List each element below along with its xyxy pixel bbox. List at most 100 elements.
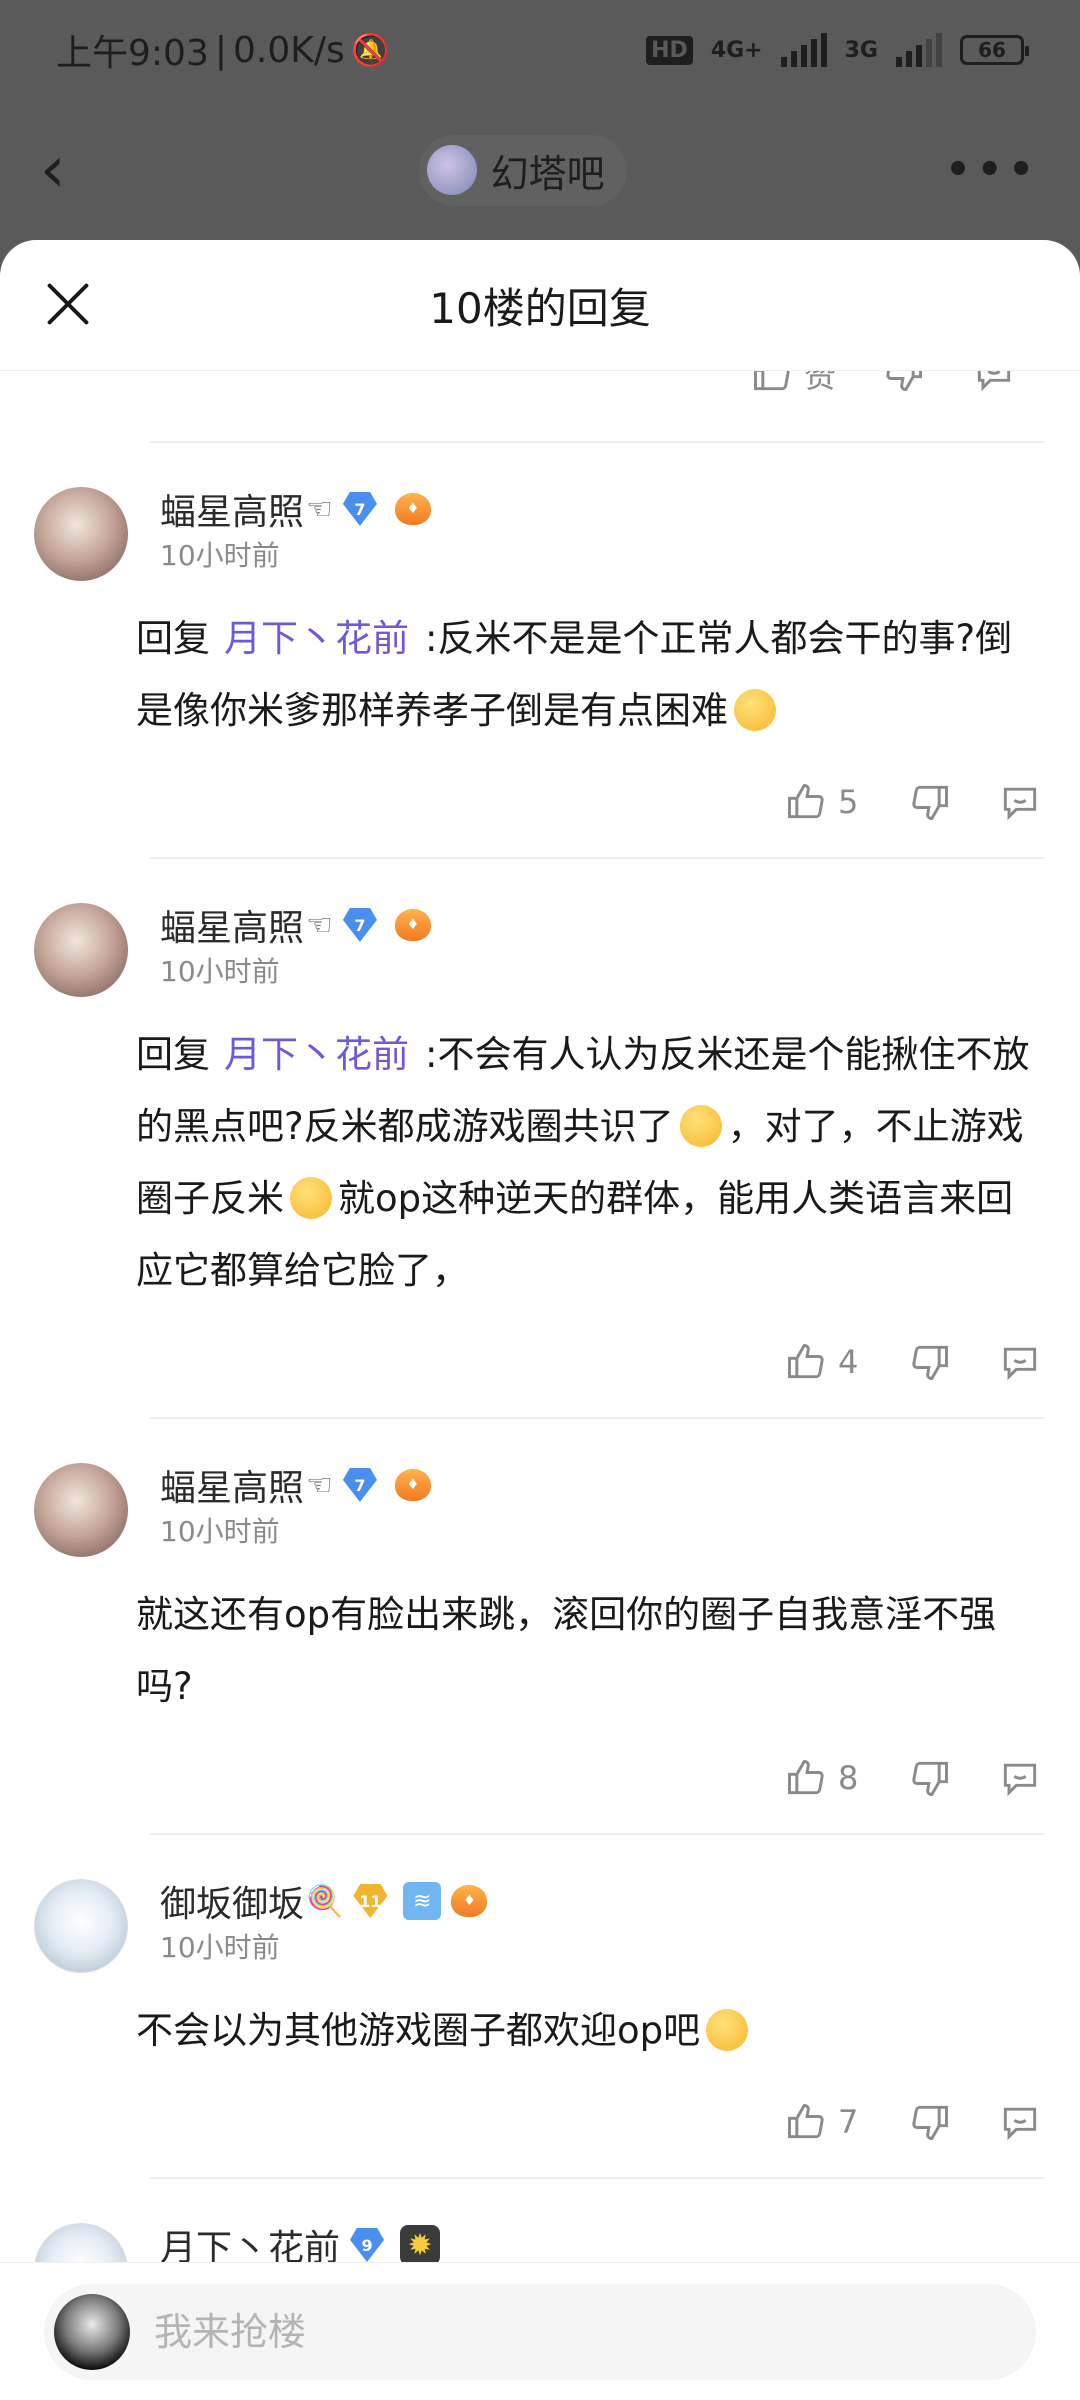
network-3g-label: 3G (844, 37, 878, 63)
comment-bubble-icon (977, 371, 1011, 392)
like-count: 4 (838, 1343, 859, 1381)
user-row: 蝠星高照 ☜ 7 ♦ (160, 483, 1044, 535)
mention-link[interactable]: 月下丶花前 (224, 1033, 409, 1076)
thumbs-up-icon (788, 1760, 824, 1795)
dislike-button[interactable] (908, 2100, 952, 2144)
status-left: 上午9:03 | 0.0K/s 🔕 (56, 24, 391, 76)
battery-icon: 66 (960, 35, 1029, 65)
like-button[interactable]: 7 (784, 2100, 862, 2144)
comment-item: 蝠星高照 ☜ 7 ♦ 10小时前 就这还有op有脸出来跳，滚回你的圈子自我意淫不… (0, 1419, 1044, 1835)
reply-prefix: 回复 (136, 617, 210, 660)
reply-input-wrapper[interactable] (44, 2283, 1036, 2380)
thumbs-up-icon (754, 371, 790, 391)
hd-badge: HD (646, 35, 693, 65)
username-decoration: ☜ (306, 491, 333, 527)
comment-body: 御坂御坂 🍭 11 ≋ ♦ 10小时前 不会以为其他游戏圈子都欢迎op吧 7 (136, 1875, 1044, 2177)
reply-input[interactable] (152, 2308, 856, 2355)
username[interactable]: 蝠星高照 (160, 483, 304, 535)
top-nav: ‹ 幻塔吧 ••• (0, 100, 1080, 240)
comment-time: 10小时前 (160, 955, 280, 988)
like-button[interactable]: 8 (784, 1756, 862, 1800)
back-arrow-icon[interactable]: ‹ (40, 138, 100, 202)
dislike-button[interactable] (908, 780, 952, 824)
status-time: 上午9:03 (56, 33, 209, 74)
reply-button[interactable] (998, 1756, 1042, 1800)
status-right: HD 4G+ 3G 66 (646, 33, 1029, 67)
thumbs-up-icon (788, 784, 824, 819)
dislike-button[interactable] (908, 1756, 952, 1800)
battery-level: 66 (978, 38, 1006, 62)
user-row: 蝠星高照 ☜ 7 ♦ (160, 899, 1044, 951)
thumbs-down-icon (886, 371, 922, 391)
user-row: 蝠星高照 ☜ 7 ♦ (160, 1459, 1044, 1511)
more-options-icon[interactable]: ••• (945, 147, 1040, 193)
avatar[interactable] (34, 487, 128, 581)
like-label: 赞 (803, 371, 836, 395)
close-icon[interactable] (44, 280, 92, 328)
reply-prefix: 回复 (136, 1033, 210, 1076)
reply-button[interactable] (998, 780, 1042, 824)
comment-content: 不会以为其他游戏圈子都欢迎op吧 (136, 1995, 1044, 2067)
comment-bubble-icon (1003, 2107, 1037, 2141)
network-4g-label: 4G+ (710, 37, 763, 63)
my-avatar (54, 2293, 130, 2370)
reply-button[interactable] (972, 371, 1016, 395)
comment-content: 回复 月下丶花前:反米不是是个正常人都会干的事?倒是像你米爹那样养孝子倒是有点困难 (136, 603, 1044, 747)
status-bar: 上午9:03 | 0.0K/s 🔕 HD 4G+ 3G 66 (0, 0, 1080, 100)
reply-button[interactable] (998, 2100, 1042, 2144)
comment-body: 蝠星高照 ☜ 7 ♦ 10小时前 就这还有op有脸出来跳，滚回你的圈子自我意淫不… (136, 1459, 1044, 1833)
level-badge: 7 (342, 1468, 377, 1502)
forum-chip[interactable]: 幻塔吧 (418, 134, 627, 206)
comment-bubble-icon (1003, 787, 1037, 821)
like-button[interactable]: 5 (784, 780, 862, 824)
status-separator: | (214, 29, 227, 71)
avatar[interactable] (34, 1463, 128, 1557)
dislike-button[interactable] (882, 371, 926, 395)
reply-button[interactable] (998, 1340, 1042, 1384)
level-badge: 7 (342, 492, 377, 526)
covering-mouth-emoji-icon (290, 1177, 332, 1219)
comment-actions: 5 (150, 747, 1044, 857)
like-count: 8 (838, 1759, 859, 1797)
username[interactable]: 御坂御坂 (160, 1875, 304, 1927)
comment-text: 不会以为其他游戏圈子都欢迎op吧 (136, 2009, 701, 2052)
member-badge-icon: ♦ (451, 1885, 488, 1917)
dislike-button[interactable] (908, 1340, 952, 1384)
username[interactable]: 蝠星高照 (160, 1459, 304, 1511)
covering-mouth-emoji-icon (734, 689, 776, 731)
comment-time: 10小时前 (160, 539, 280, 572)
comment-actions: 7 (150, 2067, 1044, 2177)
comment-content: 回复 月下丶花前:不会有人认为反米还是个能揪住不放的黑点吧?反米都成游戏圈共识了，… (136, 1019, 1044, 1307)
forum-name: 幻塔吧 (490, 151, 605, 196)
comment-bubble-icon (1003, 1763, 1037, 1797)
comment-content: 就这还有op有脸出来跳，滚回你的圈子自我意淫不强吗? (136, 1579, 1044, 1723)
like-button[interactable]: 4 (784, 1340, 862, 1384)
hugging-face-emoji-icon (706, 2009, 749, 2051)
comment-body: 蝠星高照 ☜ 7 ♦ 10小时前 回复 月下丶花前:不会有人认为反米还是个能揪住不… (136, 899, 1044, 1417)
avatar[interactable] (34, 903, 128, 997)
comment-item: 御坂御坂 🍭 11 ≋ ♦ 10小时前 不会以为其他游戏圈子都欢迎op吧 7 (0, 1835, 1044, 2179)
comment-actions: 8 (150, 1723, 1044, 1833)
previous-comment-actions: 赞 (150, 371, 1044, 443)
level-badge: 7 (342, 908, 377, 942)
like-button[interactable]: 赞 (750, 371, 836, 397)
sun-badge-icon: ✹ (400, 2225, 441, 2265)
username-decoration: ☜ (306, 1467, 333, 1503)
member-badge-icon: ♦ (394, 493, 431, 525)
aquarius-badge-icon: ≋ (403, 1882, 442, 1920)
level-badge: 9 (350, 2228, 385, 2262)
mute-bell-icon: 🔕 (350, 31, 391, 69)
username[interactable]: 蝠星高照 (160, 899, 304, 951)
avatar[interactable] (34, 1879, 128, 1973)
like-count: 5 (838, 783, 859, 821)
thumbs-down-icon (912, 1345, 948, 1380)
forum-avatar (426, 145, 477, 195)
reply-sheet: 10楼的回复 赞 蝠星高照 ☜ 7 ♦ 10小时前 回复 月下丶花前:反米不是… (0, 240, 1080, 2400)
comment-text: 就这还有op有脸出来跳，滚回你的圈子自我意淫不强吗? (136, 1593, 997, 1708)
network-speed: 0.0K/s (232, 29, 345, 71)
mention-link[interactable]: 月下丶花前 (224, 617, 409, 660)
comment-time: 10小时前 (160, 1931, 280, 1964)
thumbs-down-icon (912, 1761, 948, 1796)
signal-strength-icon (780, 33, 827, 67)
sheet-header: 10楼的回复 (0, 240, 1080, 371)
